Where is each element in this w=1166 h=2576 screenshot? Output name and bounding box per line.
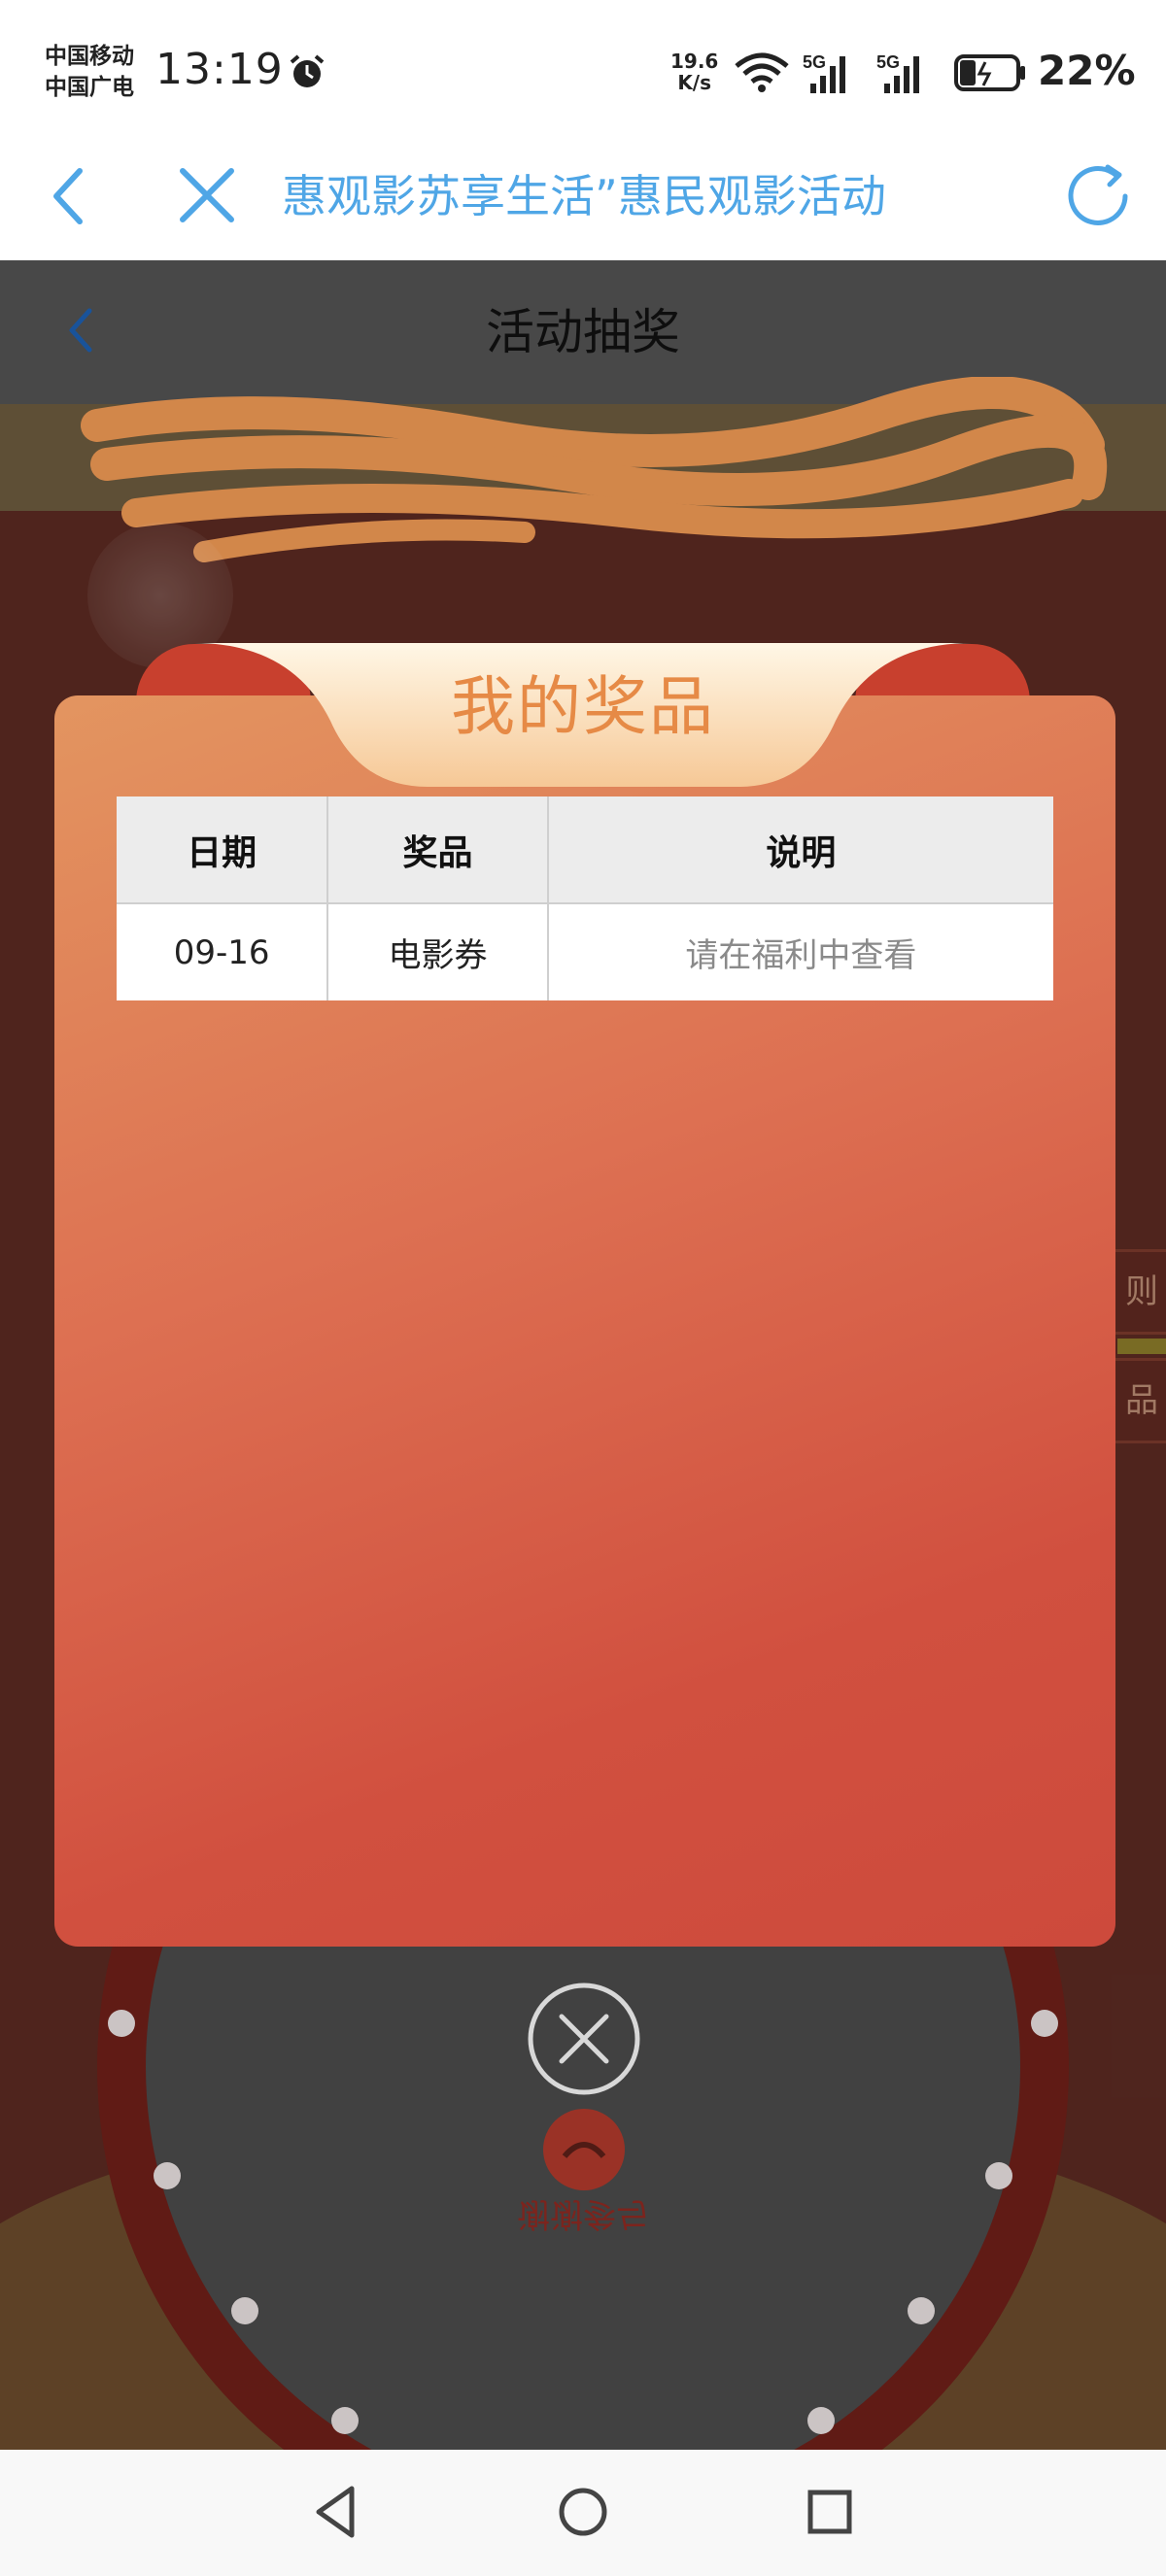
carrier-1: 中国移动	[45, 44, 134, 69]
nav-back-icon[interactable]	[309, 2481, 367, 2543]
cell-note: 请在福利中查看	[547, 903, 1053, 1000]
table-row: 09-16 电影券 请在福利中查看	[117, 903, 1053, 1000]
net-speed-value: 19.6	[670, 50, 719, 73]
column-header-prize: 奖品	[327, 797, 549, 904]
alarm-icon	[290, 54, 325, 87]
browser-toolbar: 惠观影苏享生活”惠民观影活动	[0, 138, 1166, 260]
close-icon[interactable]	[175, 157, 239, 235]
net-speed-unit: K/s	[677, 71, 712, 94]
wifi-icon	[735, 52, 789, 92]
modal-close-icon[interactable]	[527, 1982, 641, 2096]
modal-title: 我的奖品	[451, 669, 715, 744]
carrier-labels: 中国移动 中国广电	[45, 41, 134, 103]
status-bar: 中国移动 中国广电 13:19 19.6 K/s 5G 5G 22%	[0, 0, 1166, 138]
refresh-icon[interactable]	[1059, 157, 1137, 235]
system-navigation-bar	[0, 2450, 1166, 2576]
nav-recent-apps-icon[interactable]	[801, 2481, 859, 2543]
activity-page: 活动抽奖 则 品 谢谢参与 我的奖品 日期 奖品 说明 09-16 电影券 请在…	[0, 260, 1166, 2450]
column-header-note: 说明	[547, 797, 1053, 904]
sim-1-tag: 5G	[803, 52, 826, 72]
column-header-date: 日期	[117, 797, 329, 904]
net-speed: 19.6 K/s	[670, 51, 718, 93]
battery-icon	[954, 54, 1025, 91]
page-title: 惠观影苏享生活”惠民观影活动	[282, 170, 886, 222]
prize-table: 日期 奖品 说明 09-16 电影券 请在福利中查看	[117, 797, 1053, 1000]
back-arrow-icon[interactable]	[43, 159, 97, 233]
table-header-row: 日期 奖品 说明	[117, 797, 1053, 904]
sim-2-tag: 5G	[876, 52, 900, 72]
nav-home-icon[interactable]	[554, 2481, 612, 2543]
signal-icons: 5G 5G	[735, 52, 1025, 93]
cell-date: 09-16	[117, 903, 329, 1000]
carrier-2: 中国广电	[45, 75, 134, 100]
clock: 13:19	[155, 45, 284, 94]
battery-percent: 22%	[1038, 47, 1136, 94]
cell-prize: 电影券	[327, 903, 549, 1000]
